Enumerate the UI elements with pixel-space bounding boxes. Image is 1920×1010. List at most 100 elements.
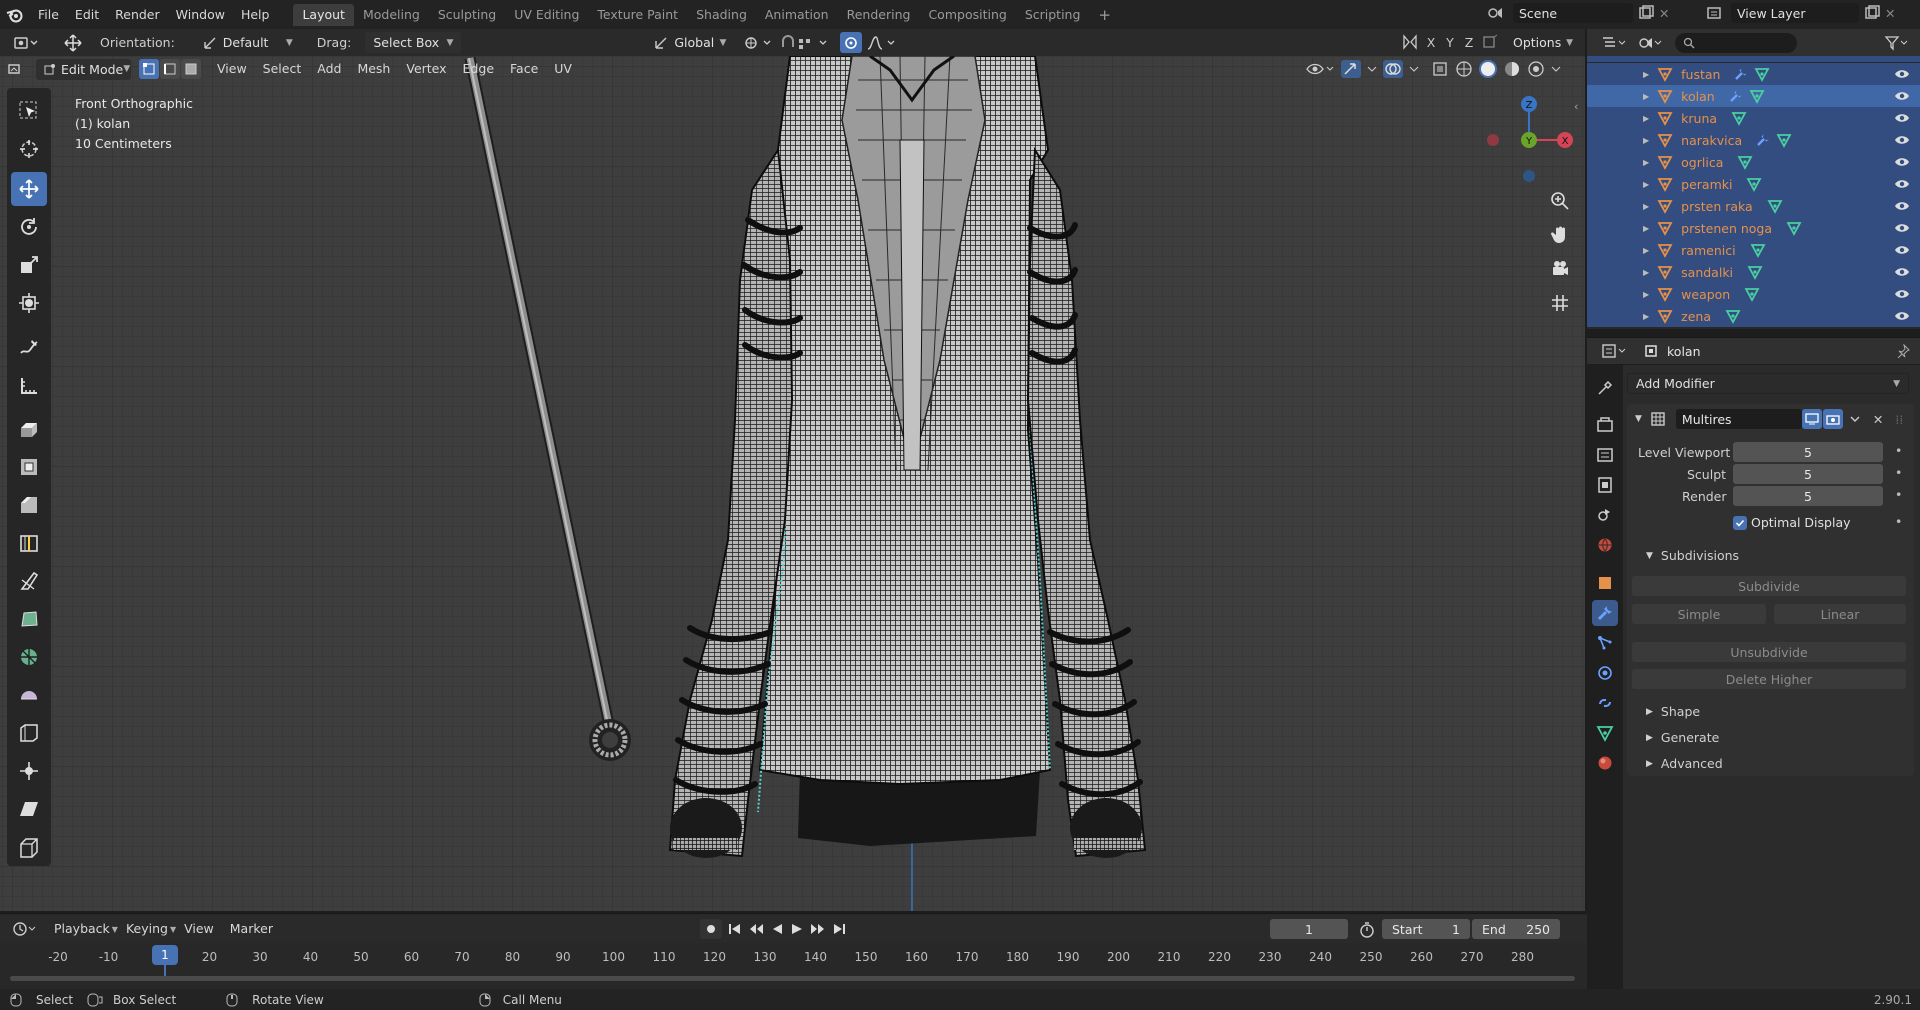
tab-layout[interactable]: Layout xyxy=(293,4,354,26)
timeline-menu-playback[interactable]: Playback xyxy=(46,915,118,943)
modifier-options-chevron-icon[interactable] xyxy=(1849,413,1861,425)
sculpt-keyframe-dot[interactable]: • xyxy=(1895,465,1902,480)
eye-icon[interactable] xyxy=(1894,90,1910,102)
viewport-menu-uv[interactable]: UV xyxy=(546,58,580,80)
next-keyframe-icon[interactable] xyxy=(810,922,826,936)
drag-handle-icon[interactable]: ⁞⁞ xyxy=(1895,412,1903,427)
viewport-menu-mesh[interactable]: Mesh xyxy=(349,58,398,80)
blender-logo-icon[interactable] xyxy=(0,0,30,29)
xray-icon[interactable] xyxy=(1431,60,1449,78)
eye-icon[interactable] xyxy=(1894,134,1910,146)
level-viewport-keyframe-dot[interactable]: • xyxy=(1895,443,1902,458)
prev-keyframe-icon[interactable] xyxy=(748,922,764,936)
timeline-editor-type-icon[interactable] xyxy=(12,921,40,937)
tab-scripting[interactable]: Scripting xyxy=(1016,4,1090,26)
menu-window[interactable]: Window xyxy=(168,0,233,29)
eye-icon[interactable] xyxy=(1894,178,1910,190)
bevel-tool[interactable] xyxy=(11,488,47,522)
select-box-tool[interactable] xyxy=(11,94,47,128)
rotate-tool[interactable] xyxy=(11,210,47,244)
move-tool[interactable] xyxy=(11,172,47,206)
annotate-tool[interactable] xyxy=(11,331,47,365)
outliner-item-name[interactable]: peramki xyxy=(1681,177,1732,192)
gizmo-neg-x-axis[interactable] xyxy=(1487,134,1499,146)
outliner-item-name[interactable]: ramenici xyxy=(1681,243,1735,258)
timeline-menu-keying[interactable]: Keying xyxy=(118,915,176,943)
outliner-item-name[interactable]: zena xyxy=(1681,309,1711,324)
level-viewport-field[interactable]: 5 xyxy=(1733,442,1883,462)
mesh-data-icon[interactable] xyxy=(1731,110,1747,126)
tab-output[interactable] xyxy=(1592,442,1618,468)
filter-icon[interactable] xyxy=(1884,35,1910,51)
eye-icon[interactable] xyxy=(1894,266,1910,278)
axis-x-toggle[interactable]: X xyxy=(1423,35,1439,50)
wrench-icon[interactable] xyxy=(1756,133,1770,147)
outliner-row-ramenici[interactable]: ▶ ramenici xyxy=(1587,239,1920,261)
expand-arrow-icon[interactable]: ▶ xyxy=(1643,158,1649,167)
generate-subpanel-header[interactable]: ▶ Generate xyxy=(1646,730,1719,745)
menu-render[interactable]: Render xyxy=(107,0,168,29)
mesh-data-icon[interactable] xyxy=(1750,242,1766,258)
tab-rendering[interactable]: Rendering xyxy=(838,4,920,26)
tab-animation[interactable]: Animation xyxy=(756,4,838,26)
expand-arrow-icon[interactable]: ▶ xyxy=(1643,290,1649,299)
wireframe-shading-icon[interactable] xyxy=(1455,60,1473,78)
cursor-tool[interactable] xyxy=(11,132,47,166)
tab-particles[interactable] xyxy=(1592,630,1618,656)
auto-merge-icon[interactable] xyxy=(1480,33,1500,51)
tab-modifiers[interactable] xyxy=(1592,600,1618,626)
rendered-shading-icon[interactable] xyxy=(1527,60,1545,78)
eye-icon[interactable] xyxy=(1894,200,1910,212)
mesh-data-icon[interactable] xyxy=(1754,66,1771,82)
delete-view-layer-icon[interactable]: ✕ xyxy=(1885,6,1895,21)
outliner-row-narakvica[interactable]: ▶ narakvica xyxy=(1587,129,1920,151)
shrink-fatten-tool[interactable] xyxy=(11,754,47,788)
eye-icon[interactable] xyxy=(1894,222,1910,234)
expand-arrow-icon[interactable]: ▶ xyxy=(1643,114,1649,123)
expand-arrow-icon[interactable]: ▶ xyxy=(1643,70,1649,79)
advanced-subpanel-header[interactable]: ▶ Advanced xyxy=(1646,756,1723,771)
jump-start-icon[interactable] xyxy=(728,922,742,936)
subdivide-button[interactable]: Subdivide xyxy=(1632,576,1906,596)
linear-button[interactable]: Linear xyxy=(1774,604,1906,624)
start-frame-field[interactable]: Start 1 xyxy=(1382,919,1470,939)
playhead[interactable]: 1 xyxy=(152,945,178,965)
shear-tool[interactable] xyxy=(11,792,47,826)
spin-tool[interactable] xyxy=(11,640,47,674)
outliner-item-name[interactable]: prstenen noga xyxy=(1681,221,1772,236)
viewport-menu-face[interactable]: Face xyxy=(502,58,546,80)
viewport-menu-add[interactable]: Add xyxy=(309,58,349,80)
outliner-row-prstenen-noga[interactable]: ▶ prstenen noga xyxy=(1587,217,1920,239)
face-select-button[interactable] xyxy=(181,59,201,79)
inset-tool[interactable] xyxy=(11,450,47,484)
camera-view-icon[interactable] xyxy=(1546,255,1574,283)
solid-shading-icon[interactable] xyxy=(1479,60,1497,78)
outliner-row-peramki[interactable]: ▶ peramki xyxy=(1587,173,1920,195)
timeline-scrollbar[interactable] xyxy=(10,976,1575,981)
current-frame-field[interactable]: 1 xyxy=(1270,919,1348,939)
menu-help[interactable]: Help xyxy=(233,0,278,29)
mesh-data-icon[interactable] xyxy=(1786,220,1802,236)
menu-edit[interactable]: Edit xyxy=(67,0,107,29)
new-scene-icon[interactable] xyxy=(1637,5,1655,21)
sidebar-toggle-icon[interactable]: ‹ xyxy=(1574,100,1578,113)
tab-physics[interactable] xyxy=(1592,660,1618,686)
wrench-icon[interactable] xyxy=(1729,89,1743,103)
tab-constraints[interactable] xyxy=(1592,690,1618,716)
falloff-icon[interactable] xyxy=(866,35,900,51)
mesh-data-icon[interactable] xyxy=(1776,132,1792,148)
outliner-item-name[interactable]: fustan xyxy=(1681,67,1720,82)
eye-icon[interactable] xyxy=(1894,112,1910,124)
unsubdivide-button[interactable]: Unsubdivide xyxy=(1632,642,1906,662)
end-frame-field[interactable]: End 250 xyxy=(1472,919,1560,939)
viewport-menu-vertex[interactable]: Vertex xyxy=(398,58,454,80)
edge-select-button[interactable] xyxy=(160,59,180,79)
zoom-icon[interactable] xyxy=(1546,187,1574,215)
mesh-data-icon[interactable] xyxy=(1767,198,1783,214)
pivot-point-icon[interactable] xyxy=(742,35,776,51)
optimal-display-checkbox[interactable]: Optimal Display xyxy=(1733,515,1851,530)
timer-icon[interactable] xyxy=(1358,921,1376,939)
eye-icon[interactable] xyxy=(1894,288,1910,300)
outliner-item-name[interactable]: weapon xyxy=(1681,287,1730,302)
transform-tool[interactable] xyxy=(11,286,47,320)
